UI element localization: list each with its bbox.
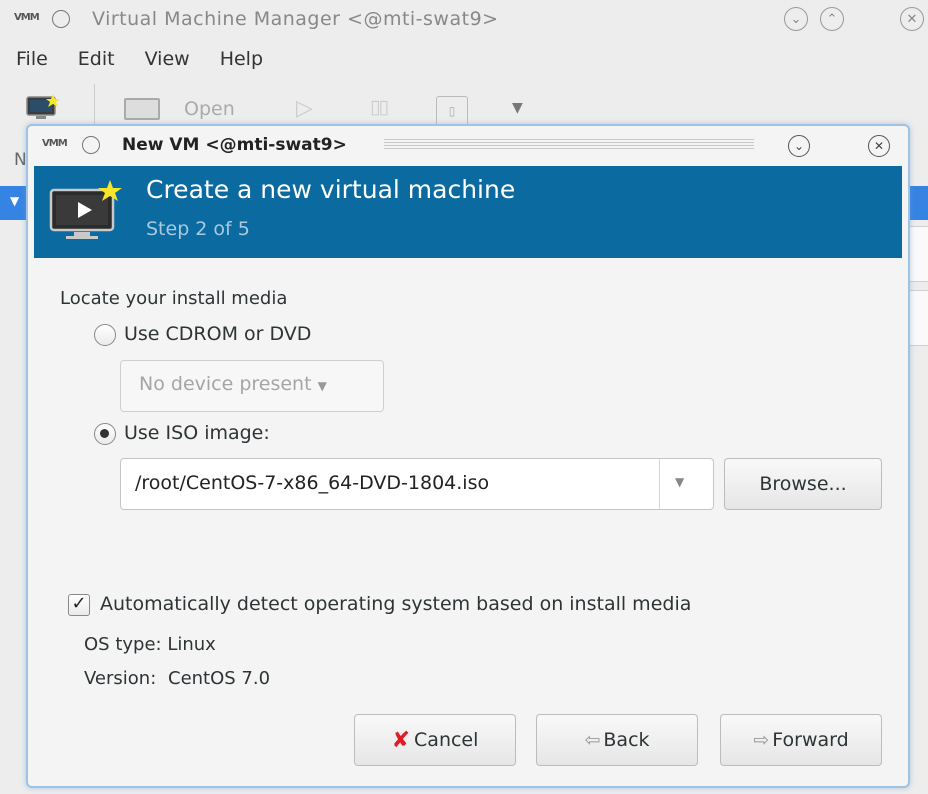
menu-help[interactable]: Help (220, 48, 263, 70)
dialog-app-logo-icon: VMM (42, 138, 68, 149)
iso-history-chevron-down-icon[interactable]: ▼ (675, 475, 684, 489)
iso-path-input[interactable]: /root/CentOS-7-x86_64-DVD-1804.iso (135, 472, 489, 494)
run-icon[interactable]: ▷ (296, 96, 313, 121)
cdrom-radio-label[interactable]: Use CDROM or DVD (124, 323, 311, 345)
maximize-icon[interactable]: ⌃ (820, 7, 844, 31)
cdrom-device-select: No device present ▼ (120, 360, 384, 412)
open-console-icon[interactable] (124, 98, 160, 120)
iso-path-combo[interactable]: /root/CentOS-7-x86_64-DVD-1804.iso ▼ (120, 458, 714, 510)
back-arrow-icon: ⇦ (584, 729, 601, 751)
cdrom-radio[interactable] (94, 324, 116, 346)
wizard-step: Step 2 of 5 (146, 218, 250, 240)
cancel-icon: ✘ (391, 727, 411, 753)
chevron-down-icon: ▼ (317, 379, 327, 393)
wizard-banner: Create a new virtual machine Step 2 of 5 (34, 166, 902, 258)
os-type-value: Linux (167, 634, 216, 655)
menubar: File Edit View Help (0, 40, 928, 78)
menu-file[interactable]: File (16, 48, 48, 70)
open-button[interactable]: Open (184, 98, 235, 120)
auto-detect-label[interactable]: Automatically detect operating system ba… (100, 593, 691, 615)
shutdown-menu-chevron-down-icon[interactable]: ▼ (512, 100, 523, 116)
os-type-label: OS type: (84, 634, 162, 655)
app-logo-icon: VMM (14, 12, 40, 23)
version-value: CentOS 7.0 (168, 668, 271, 689)
expander-arrow-icon[interactable]: ▼ (10, 194, 19, 208)
forward-button[interactable]: ⇨ Forward (720, 714, 882, 766)
dialog-titlebar: VMM New VM <@mti-swat9> ⌄ ✕ (28, 126, 908, 164)
new-vm-dialog: VMM New VM <@mti-swat9> ⌄ ✕ Create a new… (26, 124, 910, 788)
new-vm-monitor-icon (49, 180, 122, 239)
install-media-label: Locate your install media (60, 288, 288, 309)
list-header-partial: N (14, 150, 27, 170)
shutdown-icon[interactable]: ▯ (436, 96, 468, 126)
new-vm-icon[interactable] (26, 94, 60, 120)
menu-edit[interactable]: Edit (78, 48, 115, 70)
cancel-button-label: Cancel (414, 729, 479, 751)
wizard-title: Create a new virtual machine (146, 175, 516, 204)
forward-button-label: Forward (772, 729, 849, 751)
iso-radio-label[interactable]: Use ISO image: (124, 422, 270, 444)
dialog-window-menu-icon[interactable] (82, 136, 100, 154)
dialog-title: New VM <@mti-swat9> (122, 135, 347, 155)
version-row: Version: CentOS 7.0 (84, 668, 270, 689)
forward-arrow-icon: ⇨ (753, 729, 770, 751)
dialog-minimize-icon[interactable]: ⌄ (788, 135, 810, 157)
cancel-button[interactable]: ✘ Cancel (354, 714, 516, 766)
device-select-value: No device present (139, 373, 312, 395)
auto-detect-checkbox[interactable]: ✓ (68, 594, 90, 616)
back-button[interactable]: ⇦ Back (536, 714, 698, 766)
pause-icon[interactable]: ▯▯ (370, 96, 389, 118)
window-menu-icon[interactable] (52, 10, 70, 28)
main-window-title: Virtual Machine Manager <@mti-swat9> (92, 8, 499, 30)
browse-button-label: Browse... (759, 473, 847, 495)
back-button-label: Back (603, 729, 650, 751)
toolbar-separator (94, 84, 95, 124)
titlebar-grip (384, 139, 754, 151)
close-icon[interactable]: ✕ (900, 7, 924, 31)
menu-view[interactable]: View (145, 48, 190, 70)
version-label: Version: (84, 668, 157, 689)
iso-radio[interactable] (94, 423, 116, 445)
browse-button[interactable]: Browse... (724, 458, 882, 510)
main-titlebar: VMM Virtual Machine Manager <@mti-swat9>… (0, 0, 928, 40)
os-type-row: OS type: Linux (84, 634, 216, 655)
minimize-icon[interactable]: ⌄ (784, 7, 808, 31)
combo-separator (659, 459, 660, 509)
dialog-close-icon[interactable]: ✕ (868, 135, 890, 157)
